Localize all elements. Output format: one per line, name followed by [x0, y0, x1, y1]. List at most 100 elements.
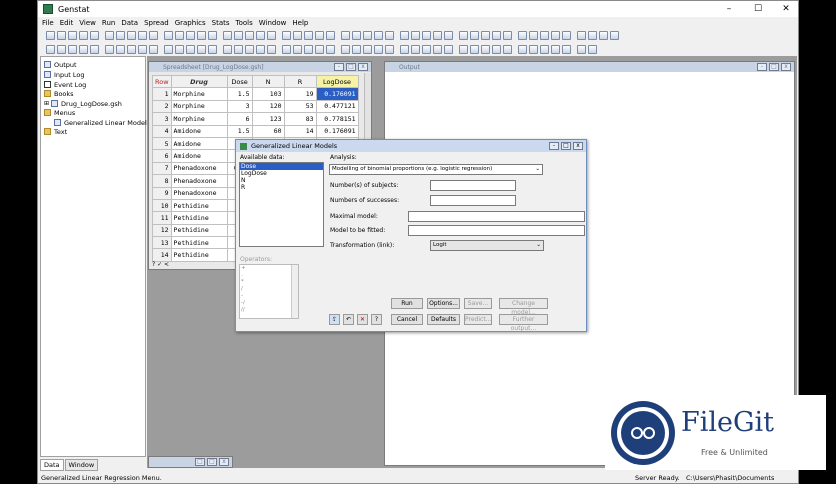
toolbar-button-icon[interactable] [470, 45, 479, 54]
toolbar-button-icon[interactable] [540, 45, 549, 54]
output-maximize-button[interactable]: □ [769, 63, 779, 71]
menu-graphics[interactable]: Graphics [175, 19, 206, 27]
table-cell[interactable]: Pethidine [170, 211, 228, 225]
dialog-close-button[interactable]: x [573, 142, 583, 150]
table-cell[interactable]: 5 [152, 136, 172, 151]
toolbar-button-icon[interactable] [562, 45, 571, 54]
options-button[interactable]: Options... [427, 298, 460, 309]
table-cell[interactable]: Pethidine [170, 248, 228, 262]
toolbar-button-icon[interactable] [105, 31, 114, 40]
table-cell[interactable]: Amidone [170, 149, 228, 163]
toolbar-button-icon[interactable] [116, 31, 125, 40]
table-cell[interactable]: Pethidine [170, 223, 228, 238]
toolbar-button-icon[interactable] [164, 45, 173, 54]
table-cell[interactable]: 7 [152, 161, 172, 176]
tree-item-text[interactable]: Text [44, 127, 67, 136]
toolbar-button-icon[interactable] [341, 45, 350, 54]
tree-item-drug-logdose[interactable]: ⊞ Drug_LogDose.gsh [44, 99, 122, 108]
successes-input[interactable] [430, 195, 516, 206]
table-cell[interactable]: Morphine [170, 99, 228, 114]
toolbar-button-icon[interactable] [459, 45, 468, 54]
toolbar-button-icon[interactable] [518, 45, 527, 54]
operator-item[interactable]: -/ [241, 300, 298, 307]
toolbar-button-icon[interactable] [186, 45, 195, 54]
table-cell[interactable]: 3 [226, 99, 253, 114]
column-header-n[interactable]: N [251, 74, 285, 89]
operator-item[interactable]: * [241, 279, 298, 286]
toolbar-button-icon[interactable] [529, 31, 538, 40]
toolbar-button-icon[interactable] [149, 45, 158, 54]
toolbar-button-icon[interactable] [90, 45, 99, 54]
table-row[interactable]: 1 Morphine 1.5 103 19 0.176091 [152, 87, 359, 101]
toolbar-button-icon[interactable] [282, 31, 291, 40]
toolbar-button-icon[interactable] [127, 45, 136, 54]
toolbar-button-icon[interactable] [138, 31, 147, 40]
maximize-button[interactable]: ☐ [747, 2, 769, 16]
table-cell[interactable]: 10 [152, 198, 172, 213]
toolbar-button-icon[interactable] [256, 31, 265, 40]
table-cell[interactable]: 8 [152, 174, 172, 188]
toolbar-button-icon[interactable] [363, 31, 372, 40]
toolbar-button-icon[interactable] [223, 31, 232, 40]
toolbar-button-icon[interactable] [326, 45, 335, 54]
toolbar-button-icon[interactable] [588, 31, 597, 40]
toolbar-button-icon[interactable] [304, 31, 313, 40]
cancel-button[interactable]: Cancel [391, 314, 423, 325]
table-cell[interactable]: 6 [152, 149, 172, 163]
table-cell[interactable]: 12 [152, 223, 172, 238]
toolbar-button-icon[interactable] [588, 45, 597, 54]
table-cell[interactable]: 1 [152, 87, 172, 101]
table-cell[interactable]: 11 [152, 211, 172, 225]
operator-item[interactable]: . [241, 272, 298, 279]
toolbar-button-icon[interactable] [315, 31, 324, 40]
table-cell[interactable]: Pethidine [170, 198, 228, 213]
toolbar-button-icon[interactable] [610, 31, 619, 40]
toolbar-button-icon[interactable] [411, 45, 420, 54]
save-button[interactable]: Save... [464, 298, 492, 309]
help-icon[interactable]: ? [371, 314, 382, 325]
toolbar-button-icon[interactable] [175, 45, 184, 54]
toolbar-button-icon[interactable] [374, 45, 383, 54]
table-cell[interactable]: 53 [283, 99, 317, 114]
available-item[interactable]: N [240, 177, 323, 184]
toolbar-button-icon[interactable] [127, 31, 136, 40]
toolbar-button-icon[interactable] [470, 31, 479, 40]
tab-data[interactable]: Data [40, 459, 64, 471]
spreadsheet-minimize-button[interactable]: - [334, 63, 344, 71]
toolbar-button-icon[interactable] [245, 45, 254, 54]
table-cell[interactable]: Phenadoxone [170, 161, 228, 176]
table-cell[interactable]: 0.176091 [315, 124, 359, 138]
close-button[interactable]: ✕ [775, 2, 797, 16]
toolbar-button-icon[interactable] [315, 45, 324, 54]
toolbar-button-icon[interactable] [529, 45, 538, 54]
table-cell[interactable]: 14 [152, 248, 172, 262]
maximal-model-input[interactable] [408, 211, 585, 222]
table-cell[interactable]: 2 [152, 99, 172, 114]
table-cell[interactable]: 0.176091 [315, 87, 359, 101]
menu-view[interactable]: View [79, 19, 96, 27]
toolbar-button-icon[interactable] [79, 45, 88, 54]
toolbar-button-icon[interactable] [518, 31, 527, 40]
dialog-maximize-button[interactable]: □ [561, 142, 571, 150]
toolbar-button-icon[interactable] [481, 31, 490, 40]
toolbar-button-icon[interactable] [492, 45, 501, 54]
tree-item-glm[interactable]: Generalized Linear Models [54, 118, 150, 127]
toolbar-button-icon[interactable] [267, 31, 276, 40]
table-cell[interactable]: 3 [152, 112, 172, 126]
toolbar-button-icon[interactable] [422, 31, 431, 40]
toolbar-button-icon[interactable] [68, 31, 77, 40]
toolbar-button-icon[interactable] [503, 31, 512, 40]
tab-window[interactable]: Window [64, 459, 99, 471]
toolbar-button-icon[interactable] [282, 45, 291, 54]
toolbar-button-icon[interactable] [540, 31, 549, 40]
toolbar-button-icon[interactable] [57, 45, 66, 54]
table-cell[interactable]: 103 [251, 87, 285, 101]
operators-scrollbar[interactable] [291, 265, 298, 318]
toolbar-button-icon[interactable] [492, 31, 501, 40]
toolbar-button-icon[interactable] [433, 31, 442, 40]
toolbar-button-icon[interactable] [46, 45, 55, 54]
table-cell[interactable]: 0.477121 [315, 99, 359, 114]
table-cell[interactable]: 14 [283, 124, 317, 138]
tree-item-event-log[interactable]: Event Log [44, 80, 86, 89]
clear-icon[interactable]: ✕ [357, 314, 368, 325]
